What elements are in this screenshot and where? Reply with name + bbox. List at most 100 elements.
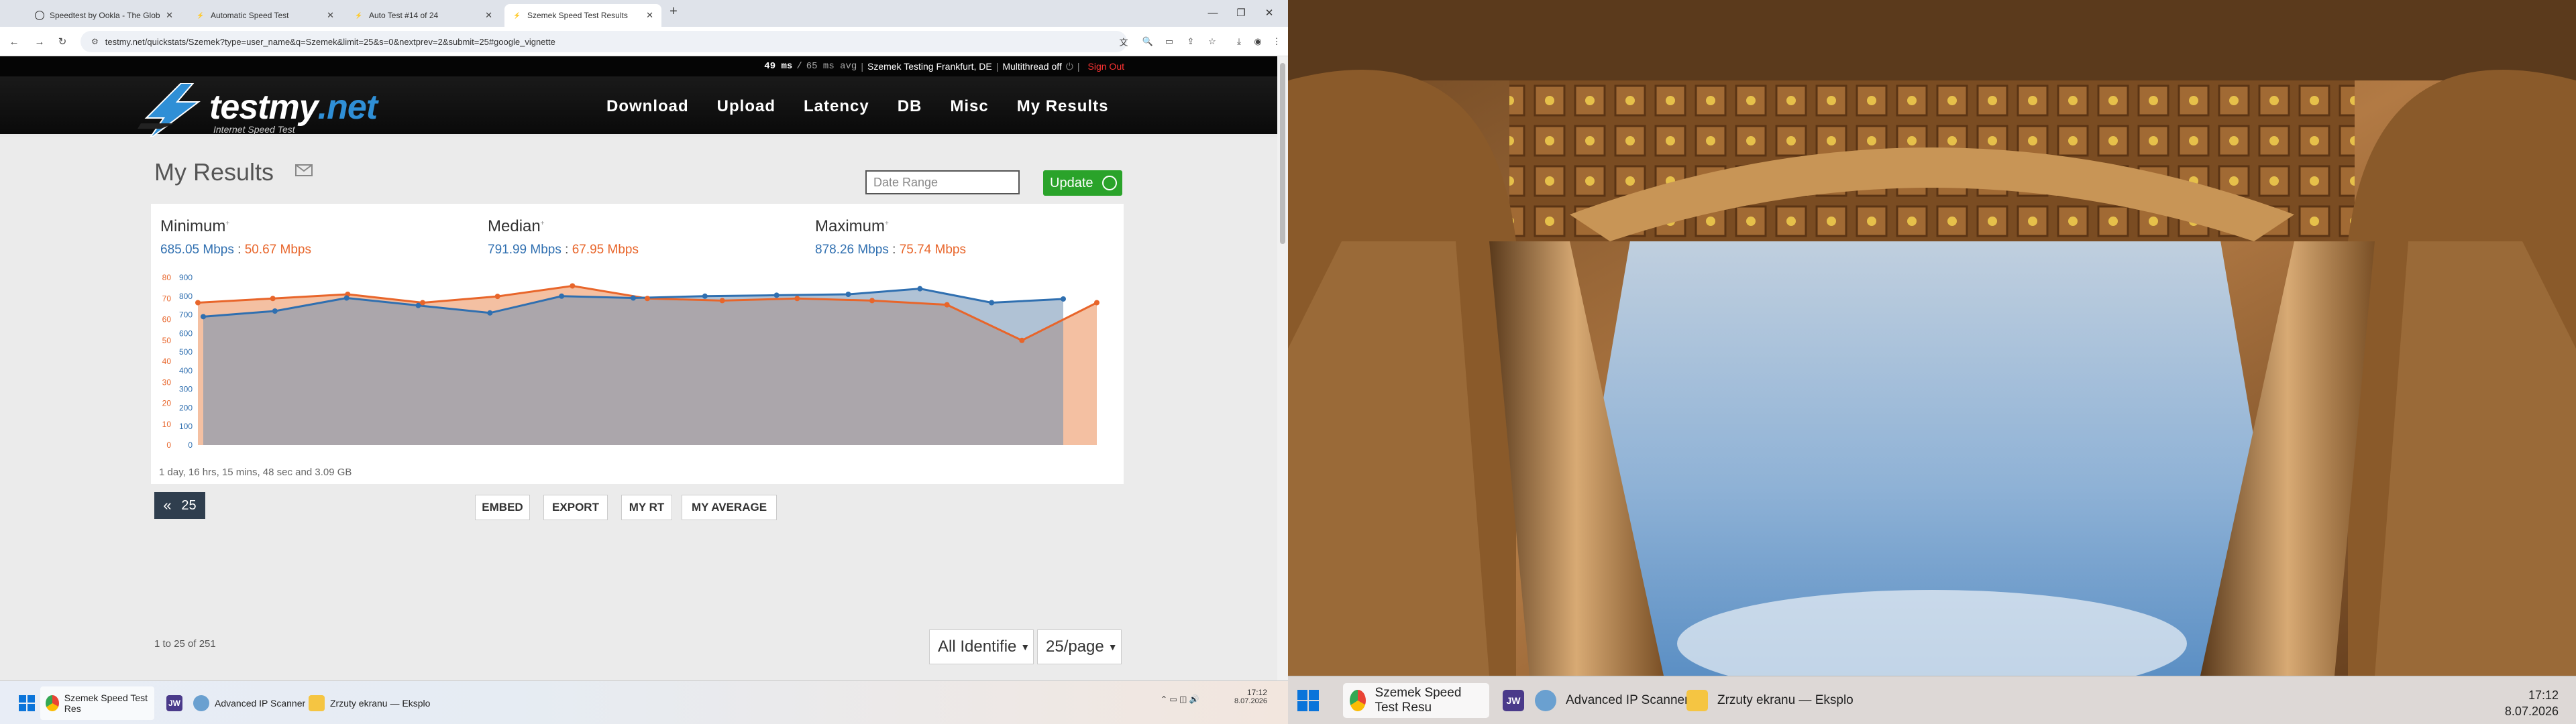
testmy-logo[interactable]: testmy.net Internet Speed Test	[134, 83, 389, 137]
site-top-bar: 49 ms / 65 ms avg | Szemek Testing Frank…	[0, 56, 1277, 76]
nav-misc[interactable]: Misc	[950, 97, 988, 116]
upload-point	[195, 300, 201, 306]
close-tab-icon[interactable]: ✕	[485, 10, 492, 21]
taskbar-right: Szemek Speed Test Resu JW Advanced IP Sc…	[1288, 676, 2576, 724]
results-table-header-partial	[154, 670, 1127, 680]
scanner-icon	[1535, 690, 1556, 711]
my-rt-button[interactable]: MY RT	[621, 495, 672, 520]
taskbar-explorer[interactable]: Zrzuty ekranu — Eksplo	[1680, 683, 1860, 718]
logo-text: testmy.net	[209, 88, 378, 127]
upload-point	[719, 298, 725, 304]
site-header: testmy.net Internet Speed Test Download …	[0, 76, 1277, 137]
bookmark-star-icon[interactable]: ☆	[1205, 34, 1220, 49]
taskbar-left: Szemek Speed Test Res JW Advanced IP Sca…	[0, 680, 1288, 724]
taskbar-explorer[interactable]: Zrzuty ekranu — Eksplo	[303, 686, 435, 720]
bolt-favicon-icon: ⚡	[355, 11, 363, 19]
prev-page-button[interactable]: « 25	[154, 492, 205, 519]
email-icon[interactable]	[295, 164, 313, 177]
download-point	[201, 314, 206, 320]
export-button[interactable]: EXPORT	[543, 495, 608, 520]
translate-icon[interactable]: 文	[1116, 34, 1131, 49]
clock-icon	[1102, 176, 1117, 190]
page-scrollbar[interactable]	[1277, 56, 1288, 680]
close-tab-icon[interactable]: ✕	[327, 10, 334, 21]
download-point	[917, 286, 923, 292]
identifier-filter-select[interactable]: All Identifie ▼	[929, 629, 1034, 664]
sign-out-link[interactable]: Sign Out	[1088, 61, 1124, 72]
back-icon[interactable]: ←	[5, 33, 23, 50]
taskbar-chrome[interactable]: Szemek Speed Test Res	[40, 686, 154, 720]
bolt-favicon-icon: ⚡	[197, 11, 205, 19]
folder-icon	[1686, 690, 1708, 711]
start-button[interactable]	[1291, 683, 1326, 718]
scanner-icon	[193, 695, 209, 711]
close-tab-icon[interactable]: ✕	[166, 10, 173, 21]
upload-axis-tick: 0	[166, 440, 171, 450]
minimize-icon[interactable]: —	[1199, 3, 1226, 23]
cast-icon[interactable]: ▭	[1162, 34, 1177, 49]
upload-point	[645, 296, 650, 302]
download-point	[773, 292, 780, 298]
windows-logo-icon	[1297, 690, 1319, 711]
reload-icon[interactable]: ↻	[54, 33, 71, 50]
upload-axis-tick: 30	[162, 377, 172, 387]
share-icon[interactable]: ⇪	[1183, 34, 1198, 49]
forward-icon[interactable]: →	[31, 33, 48, 50]
nav-latency[interactable]: Latency	[804, 97, 869, 116]
download-axis-tick: 800	[179, 292, 193, 301]
download-axis-tick: 100	[179, 422, 193, 431]
tab-speedtest[interactable]: Speedtest by Ookla - The Glob ✕	[27, 4, 181, 27]
stat-maximum: Maximum+ 878.26 Mbps : 75.74 Mbps	[815, 217, 966, 257]
taskbar-clock[interactable]: 17:12 8.07.2026	[2505, 687, 2559, 719]
upload-axis-tick: 20	[162, 399, 172, 408]
download-axis-tick: 0	[188, 440, 193, 450]
double-chevron-left-icon: «	[163, 497, 172, 514]
close-tab-icon[interactable]: ✕	[646, 10, 653, 21]
site-info-icon[interactable]: ⚙	[91, 37, 99, 46]
upload-axis-tick: 70	[162, 294, 172, 303]
nav-my-results[interactable]: My Results	[1017, 97, 1109, 116]
profile-icon[interactable]: ◉	[1250, 34, 1265, 49]
address-bar[interactable]: ⚙ testmy.net/quickstats/Szemek?type=user…	[80, 31, 1127, 52]
nav-upload[interactable]: Upload	[717, 97, 775, 116]
start-button[interactable]	[13, 686, 40, 720]
upload-axis-tick: 60	[162, 315, 172, 324]
taskbar-clock[interactable]: 17:12 8.07.2026	[1234, 688, 1267, 705]
folder-icon	[309, 695, 325, 711]
upload-point	[794, 296, 800, 302]
taskbar-advanced-ip-scanner[interactable]: Advanced IP Scanner	[188, 686, 311, 720]
tab-automatic-speed-test[interactable]: ⚡ Automatic Speed Test ✕	[188, 4, 342, 27]
restore-icon[interactable]: ❐	[1228, 3, 1254, 23]
download-point	[343, 295, 350, 301]
download-point	[559, 293, 565, 299]
user-location[interactable]: Szemek Testing Frankfurt, DE	[867, 61, 992, 72]
download-axis-tick: 700	[179, 310, 193, 320]
nav-download[interactable]: Download	[606, 97, 689, 116]
close-window-icon[interactable]: ✕	[1256, 3, 1283, 23]
speed-history-chart: 0102030405060708001002003004005006007008…	[162, 273, 1099, 450]
upload-axis-tick: 10	[162, 420, 172, 429]
taskbar-chrome[interactable]: Szemek Speed Test Resu	[1343, 683, 1489, 718]
system-tray-icons[interactable]: ⌃ ▭ ◫ 🔊	[1161, 695, 1199, 704]
tab-auto-test[interactable]: ⚡ Auto Test #14 of 24 ✕	[346, 4, 500, 27]
date-range-input[interactable]: Date Range	[865, 170, 1020, 194]
webpage: 49 ms / 65 ms avg | Szemek Testing Frank…	[0, 56, 1277, 680]
power-icon: ⏻	[1065, 60, 1073, 72]
my-average-button[interactable]: MY AVERAGE	[682, 495, 777, 520]
zoom-icon[interactable]: 🔍	[1140, 34, 1155, 49]
windows-logo-icon	[19, 695, 35, 711]
jw-app-icon: JW	[1503, 690, 1524, 711]
download-point	[702, 293, 708, 299]
multithread-toggle[interactable]: Multithread off	[1002, 61, 1061, 72]
browser-toolbar: ← → ↻ ⚙ testmy.net/quickstats/Szemek?typ…	[0, 27, 1288, 56]
download-icon[interactable]: ⤓	[1232, 34, 1246, 49]
per-page-select[interactable]: 25/page ▼	[1037, 629, 1122, 664]
embed-button[interactable]: EMBED	[475, 495, 530, 520]
taskbar-advanced-ip-scanner[interactable]: Advanced IP Scanner	[1528, 683, 1695, 718]
tab-szemek-results[interactable]: ⚡ Szemek Speed Test Results ✕	[504, 4, 661, 27]
results-summary-panel: Minimum+ 685.05 Mbps : 50.67 Mbps Median…	[151, 204, 1124, 484]
nav-db[interactable]: DB	[898, 97, 922, 116]
update-button[interactable]: Update	[1043, 170, 1122, 196]
new-tab-icon[interactable]: +	[665, 4, 682, 19]
menu-kebab-icon[interactable]: ⋮	[1269, 34, 1284, 49]
